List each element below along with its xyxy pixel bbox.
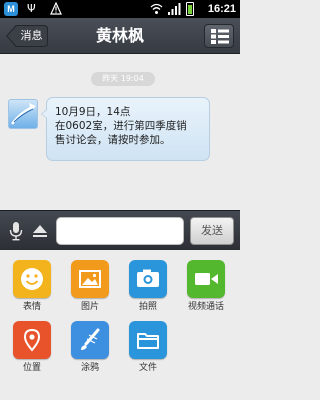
- emoji-icon: [13, 260, 51, 298]
- status-bar: M Ψ 16:21: [0, 0, 240, 18]
- menu-icon: [211, 29, 229, 44]
- message-input[interactable]: [56, 217, 184, 245]
- video-call-icon: [187, 260, 225, 298]
- attach-file[interactable]: 文件: [122, 321, 174, 374]
- location-icon: [13, 321, 51, 359]
- attach-label: 涂鸦: [80, 363, 99, 373]
- back-button-label: 消息: [20, 29, 43, 42]
- attach-picture[interactable]: 图片: [64, 260, 116, 313]
- attach-label: 表情: [22, 302, 41, 312]
- message-timestamp: 昨天 19:04: [91, 72, 155, 86]
- attach-camera[interactable]: 拍照: [122, 260, 174, 313]
- attach-emoji[interactable]: 表情: [6, 260, 58, 313]
- camera-icon: [129, 260, 167, 298]
- message-line: 10月9日，14点: [55, 106, 131, 118]
- warning-icon: [50, 2, 62, 15]
- bubble-tail-inner: [42, 110, 47, 118]
- usb-icon: Ψ: [27, 2, 36, 15]
- attach-location[interactable]: 位置: [6, 321, 58, 374]
- microphone-icon[interactable]: [8, 221, 24, 241]
- menu-button[interactable]: [204, 24, 234, 48]
- attach-label: 图片: [80, 302, 99, 312]
- title-bar: 消息 黄林枫: [0, 18, 240, 54]
- signal-icon: [168, 3, 181, 15]
- avatar-arrow-icon: [11, 103, 36, 125]
- wifi-icon: [150, 3, 163, 14]
- attach-label: 拍照: [138, 302, 157, 312]
- input-bar: 发送: [0, 210, 240, 250]
- picture-icon: [71, 260, 109, 298]
- chat-area[interactable]: 昨天 19:04 10月9日，14点 在0602室，进行第四季度销 售讨论会，请…: [0, 55, 240, 210]
- app-notification-icon: M: [4, 2, 18, 16]
- attach-label: 文件: [138, 363, 157, 373]
- panel-toggle-icon[interactable]: [31, 222, 49, 240]
- attach-doodle[interactable]: 涂鸦: [64, 321, 116, 374]
- battery-charging-icon: [186, 2, 194, 16]
- attach-label: 视频通话: [187, 302, 224, 312]
- back-button[interactable]: 消息: [6, 25, 48, 47]
- attach-label: 位置: [22, 363, 41, 373]
- chat-screen: M Ψ 16:21 消息 黄林枫 昨天 19:04 10月9日，14点 在060…: [0, 0, 240, 400]
- avatar[interactable]: [8, 99, 38, 129]
- attach-video-call[interactable]: 视频通话: [180, 260, 232, 313]
- message-line: 售讨论会，请按时参加。: [55, 134, 171, 146]
- doodle-icon: [71, 321, 109, 359]
- message-line: 在0602室，进行第四季度销: [55, 120, 187, 132]
- file-icon: [129, 321, 167, 359]
- message-bubble[interactable]: 10月9日，14点 在0602室，进行第四季度销 售讨论会，请按时参加。: [46, 97, 210, 161]
- send-button[interactable]: 发送: [190, 217, 234, 245]
- status-time: 16:21: [207, 3, 236, 15]
- attachment-panel: 表情 图片 拍照 视频通话 位置 涂鸦 文件: [0, 251, 240, 400]
- page-title: 黄林枫: [95, 26, 144, 45]
